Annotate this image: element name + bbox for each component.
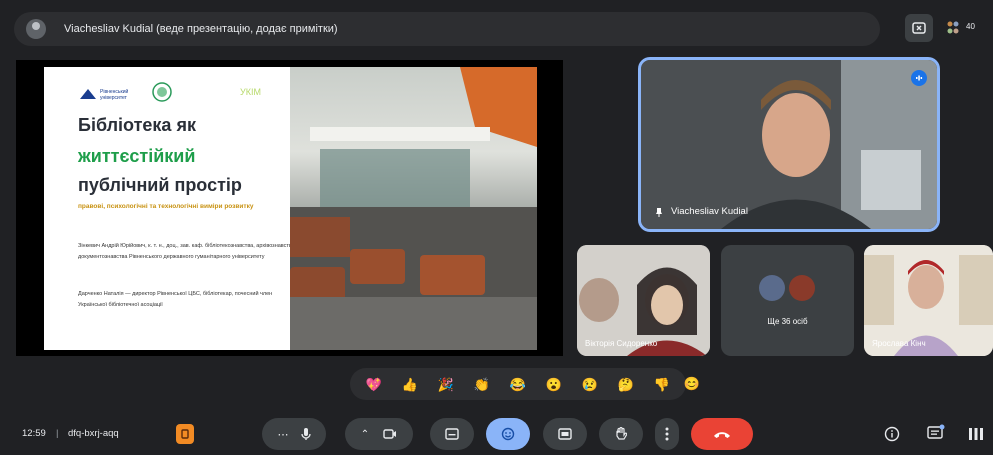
reaction-button[interactable]: 👍	[402, 378, 418, 391]
reaction-button[interactable]: 😢	[582, 378, 598, 391]
info-icon[interactable]	[884, 426, 900, 442]
microphone-icon	[300, 428, 311, 440]
activities-icon[interactable]	[968, 426, 984, 442]
people-grid-icon[interactable]	[942, 14, 964, 42]
slide-text-panel: Рівненський університет УКІМ Бібліотека …	[44, 67, 298, 350]
avatar	[759, 275, 785, 301]
chevron-up-icon[interactable]: ⌃	[361, 429, 369, 440]
library-photo	[290, 67, 537, 350]
presenter-avatar	[26, 19, 46, 39]
presentation-slide: Рівненський університет УКІМ Бібліотека …	[16, 60, 563, 356]
clock-time: 12:59	[22, 428, 46, 439]
hand-icon	[616, 427, 627, 440]
camera-icon	[383, 429, 397, 439]
university-logo-icon	[80, 89, 96, 99]
present-screen-icon[interactable]	[905, 14, 933, 42]
slide-title-line3: публічний простір	[78, 175, 242, 195]
others-count: Ще 36 осіб	[767, 317, 808, 326]
camera-button[interactable]: ⌃	[345, 418, 413, 450]
chat-icon[interactable]	[927, 424, 945, 442]
pin-icon	[656, 207, 662, 217]
present-button[interactable]	[543, 418, 587, 450]
participant-name: Вікторія Сидоренко	[585, 339, 658, 348]
recording-icon	[176, 424, 194, 444]
speaker-name: Viachesliav Kudial	[671, 206, 748, 217]
captions-icon	[445, 428, 459, 440]
active-speaker-tile[interactable]: Viachesliav Kudial	[638, 57, 940, 232]
reaction-button[interactable]: 😂	[510, 378, 526, 391]
presenter-bar: Viachesliav Kudial (веде презентацію, до…	[14, 12, 880, 46]
avatar	[789, 275, 815, 301]
logo3-text: УКІМ	[240, 87, 261, 97]
reaction-button[interactable]: 💖	[366, 378, 382, 391]
presenter-title: Viachesliav Kudial (веде презентацію, до…	[64, 23, 338, 35]
reactions-bar: 💖 👍 🎉 👏 😂 😮 😢 🤔 👎	[350, 368, 686, 400]
more-vert-icon	[665, 427, 669, 441]
present-screen-icon	[558, 428, 572, 440]
speaking-indicator-icon	[911, 70, 927, 86]
reaction-button[interactable]: 🎉	[438, 378, 454, 391]
reaction-button[interactable]: 🤔	[618, 378, 634, 391]
participant-tile[interactable]: Вікторія Сидоренко	[577, 245, 710, 356]
slide-title-line1: Бібліотека як	[78, 115, 196, 135]
reaction-skin-tone-button[interactable]: 😊	[681, 373, 703, 395]
reaction-button[interactable]: 😮	[546, 378, 562, 391]
raise-hand-button[interactable]	[599, 418, 643, 450]
participant-tile[interactable]: Ярослава Кінч	[864, 245, 993, 356]
others-tile[interactable]: Ще 36 осіб	[721, 245, 854, 356]
emoji-button[interactable]	[486, 418, 530, 450]
participant-badge: 40	[966, 22, 975, 31]
slide-subtitle: правові, психологічні та технологічні ви…	[78, 203, 254, 210]
speaker-label: Viachesliav Kudial	[655, 206, 748, 217]
microphone-button[interactable]: ⋯	[262, 418, 326, 450]
separator: |	[56, 428, 59, 439]
seal-logo-icon	[152, 82, 172, 102]
mic-options-icon[interactable]: ⋯	[278, 428, 289, 441]
slide-speaker1: Зінкевич Андрій Юрійович, к. т. н., доц.…	[78, 243, 298, 260]
logo-text: Рівненський університет	[100, 89, 129, 101]
phone-hangup-icon	[714, 432, 730, 438]
more-options-button[interactable]	[655, 418, 679, 450]
participant-name: Ярослава Кінч	[872, 339, 926, 348]
slide-title-line2: життєстійкий	[78, 146, 196, 166]
slide-speaker2: Дарченко Наталія — директор Рівненської …	[78, 291, 273, 308]
end-call-button[interactable]	[691, 418, 753, 450]
reaction-button[interactable]: 👏	[474, 378, 490, 391]
reaction-button[interactable]: 👎	[654, 378, 670, 391]
captions-button[interactable]	[430, 418, 474, 450]
emoji-icon	[501, 427, 515, 441]
meeting-code: dfq-bxrj-aqq	[68, 428, 119, 439]
